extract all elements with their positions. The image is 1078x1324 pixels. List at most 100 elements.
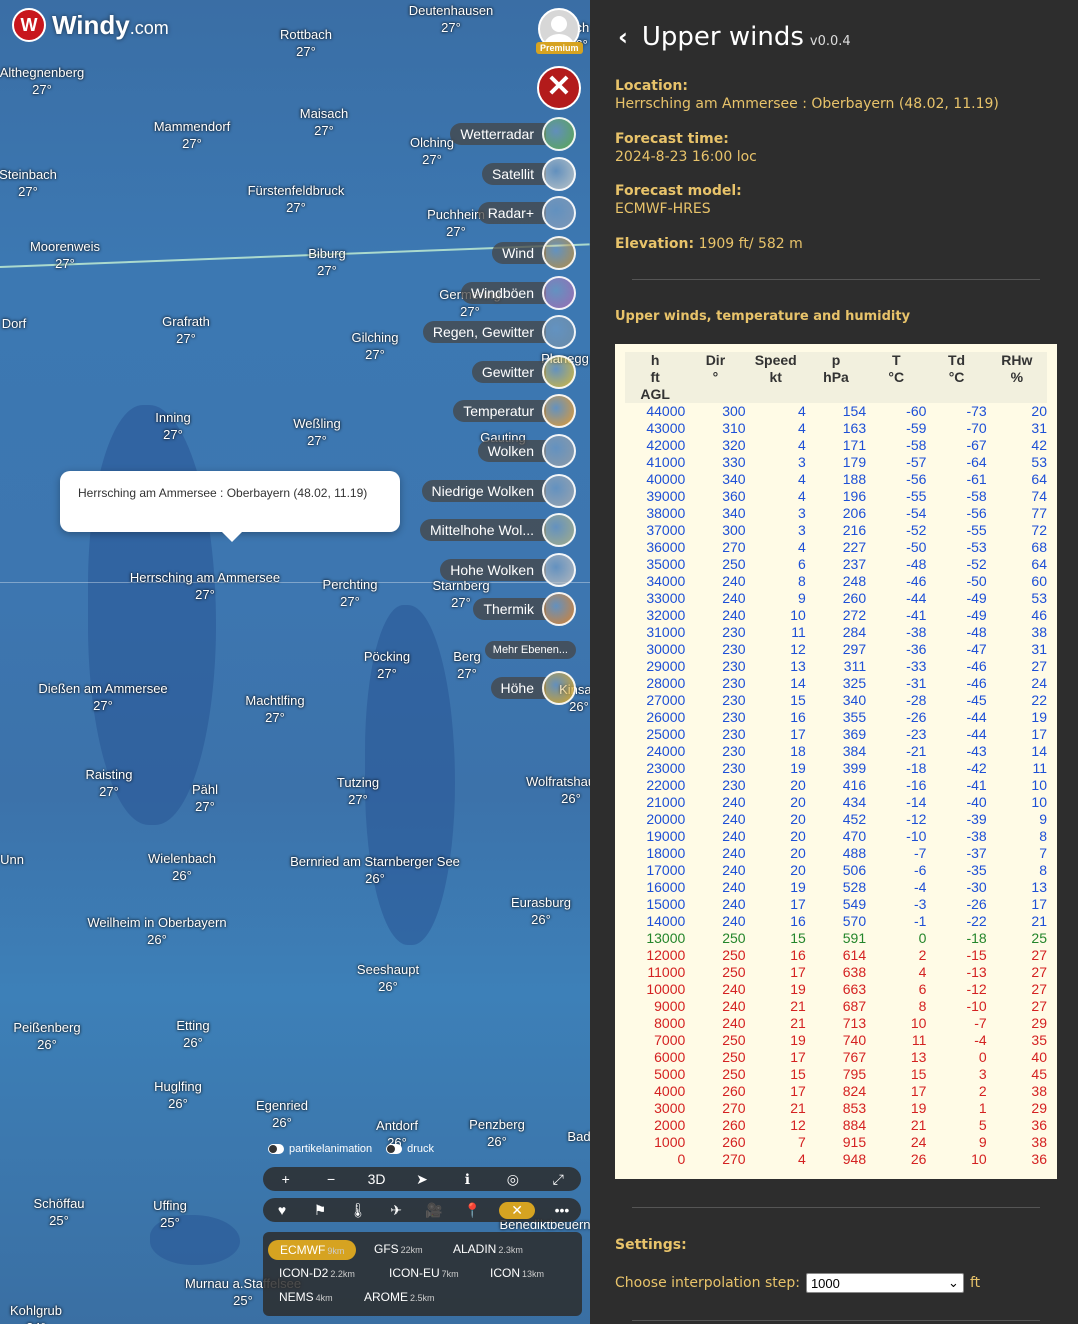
table-cell: 21 — [790, 1100, 806, 1116]
model-option[interactable]: ALADIN 2.3km — [453, 1242, 523, 1256]
table-cell: 13 — [910, 1049, 927, 1065]
user-avatar[interactable]: Premium — [536, 8, 583, 56]
city-label: Fürstenfeldbruck 27° — [248, 182, 345, 216]
target-icon[interactable]: ◎ — [502, 1171, 524, 1188]
location-popup[interactable]: Herrsching am Ammersee : Oberbayern (48.… — [60, 471, 400, 542]
table-cell: -7 — [974, 1015, 987, 1031]
layer-5[interactable]: Windböen — [460, 276, 576, 310]
webcam-icon[interactable]: 🎥 — [423, 1202, 445, 1219]
layer-label: Mehr Ebenen... — [484, 641, 576, 659]
flag-icon[interactable]: ⚑ — [309, 1202, 331, 1219]
table-cell: 10 — [1031, 794, 1047, 810]
table-cell: -37 — [966, 845, 987, 861]
table-cell: 10 — [790, 607, 806, 623]
table-cell: -73 — [966, 403, 987, 419]
model-option[interactable]: NEMS 4km — [279, 1290, 333, 1304]
particle-animation-toggle[interactable]: partikelanimation — [268, 1143, 372, 1155]
city-temperature: 25° — [49, 1213, 69, 1228]
fullscreen-icon[interactable]: ⤢ — [547, 1171, 569, 1188]
layer-icon — [542, 315, 576, 349]
table-cell: 16 — [790, 913, 806, 929]
layer-7[interactable]: Gewitter — [471, 355, 576, 389]
locate-icon[interactable]: ➤ — [411, 1171, 433, 1188]
model-option[interactable]: ECMWF 9km — [268, 1240, 357, 1260]
layer-10[interactable]: Niedrige Wolken — [421, 474, 576, 508]
table-cell: -23 — [906, 726, 927, 742]
layer-15[interactable]: Höhe — [490, 671, 576, 705]
city-name: Rottbach — [279, 27, 333, 42]
model-resolution: 2.2km — [330, 1269, 355, 1279]
table-row: 29000 230 13 311 -33 -46 27 — [625, 658, 1047, 675]
table-row: 18000 240 20 488 -7 -37 7 — [625, 845, 1047, 862]
table-cell: 250 — [722, 1066, 746, 1082]
table-cell: -58 — [906, 437, 927, 453]
table-cell: 570 — [842, 913, 867, 929]
city-temperature: 27° — [18, 184, 38, 199]
layer-4[interactable]: Wind — [492, 236, 576, 270]
layer-1[interactable]: Wetterradar — [450, 117, 576, 151]
table-cell: -26 — [906, 709, 927, 725]
back-chevron-icon[interactable]: ‹ — [618, 23, 628, 51]
city-label: Perchting 27° — [323, 576, 378, 610]
table-cell: 3 — [798, 454, 806, 470]
layer-8[interactable]: Temperatur — [453, 394, 576, 428]
pressure-toggle[interactable]: druck — [386, 1143, 434, 1155]
map-controls-toolbar: + − 3D ➤ ℹ ◎ ⤢ — [263, 1167, 581, 1191]
table-row: 27000 230 15 340 -28 -45 22 — [625, 692, 1047, 709]
close-plugin-button[interactable]: ✕ — [537, 66, 581, 110]
windy-logo[interactable]: W Windy.com — [12, 8, 169, 42]
city-name: Pöcking — [363, 649, 411, 664]
table-row: 41000 330 3 179 -57 -64 53 — [625, 454, 1047, 471]
info-icon[interactable]: ℹ — [456, 1171, 478, 1188]
table-cell: -58 — [966, 488, 987, 504]
city-label: Maisach 27° — [300, 105, 348, 139]
city-label: Pähl 27° — [192, 781, 218, 815]
table-cell: 37000 — [646, 522, 686, 538]
model-option[interactable]: ICON-EU 7km — [389, 1266, 459, 1280]
zoom-out-button[interactable]: − — [320, 1171, 342, 1187]
model-option[interactable]: ICON 13km — [490, 1266, 544, 1280]
table-cell: -44 — [906, 590, 927, 606]
table-cell: 53 — [1031, 590, 1047, 606]
city-temperature: 26° — [561, 791, 581, 806]
airport-icon[interactable]: ✈ — [385, 1202, 407, 1219]
pin-icon[interactable]: 📍 — [461, 1202, 483, 1219]
layer-3[interactable]: Radar+ — [477, 196, 576, 230]
more-icon[interactable]: ••• — [551, 1202, 573, 1218]
model-option[interactable]: ICON-D2 2.2km — [279, 1266, 355, 1280]
windy-logo-icon: W — [12, 8, 46, 42]
favorite-icon[interactable]: ♥ — [271, 1202, 293, 1218]
table-cell: -50 — [906, 539, 927, 555]
layer-label: Thermik — [473, 598, 546, 620]
layer-6[interactable]: Regen, Gewitter — [422, 315, 576, 349]
layer-icon — [542, 276, 576, 310]
layer-11[interactable]: Mittelhohe Wol... — [419, 513, 576, 547]
map-view[interactable]: Deutenhausen 27° Rottbach 27° Althegnenberg 2… — [0, 0, 590, 1324]
model-option[interactable]: AROME 2.5km — [364, 1290, 435, 1304]
thermometer-icon[interactable]: 🌡 — [347, 1202, 369, 1219]
layer-2[interactable]: Satellit — [481, 157, 576, 191]
zoom-in-button[interactable]: + — [275, 1171, 297, 1187]
close-upper-winds-button[interactable]: ✕ — [499, 1201, 535, 1219]
table-cell: 19 — [790, 1032, 806, 1048]
table-cell: 23000 — [646, 760, 686, 776]
panel-title: Upper winds — [641, 22, 804, 52]
model-option[interactable]: GFS 22km — [374, 1242, 423, 1256]
table-cell: -18 — [966, 930, 987, 946]
layer-12[interactable]: Hohe Wolken — [440, 553, 576, 587]
layer-9[interactable]: Wolken — [477, 434, 576, 468]
table-cell: 250 — [722, 930, 746, 946]
table-cell: -43 — [966, 743, 987, 759]
table-cell: 5 — [978, 1117, 987, 1133]
city-label: Egenried 26° — [256, 1097, 308, 1131]
layer-13[interactable]: Thermik — [473, 592, 576, 626]
city-temperature: 26° — [365, 871, 385, 886]
interpolation-select[interactable]: 1000 ⌄ — [805, 1273, 964, 1293]
city-name: Wielenbach — [148, 851, 216, 866]
layer-14[interactable]: Mehr Ebenen... — [484, 633, 576, 667]
table-cell: 240 — [722, 913, 746, 929]
layer-icon — [542, 434, 576, 468]
table-cell: 240 — [722, 573, 746, 589]
table-cell: 4 — [798, 1151, 806, 1167]
3d-button[interactable]: 3D — [366, 1171, 388, 1187]
